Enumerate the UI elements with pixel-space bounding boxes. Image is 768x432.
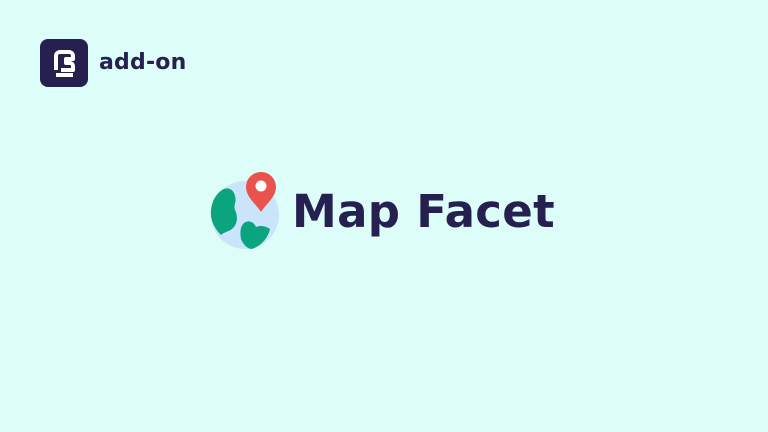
brand-logo-icon <box>40 39 88 87</box>
add-on-label: add-on <box>99 50 187 75</box>
location-pin-dot <box>255 180 267 192</box>
product-title: Map Facet <box>292 184 555 238</box>
add-on-badge: add-on <box>40 39 186 87</box>
map-facet-hero: Map Facet <box>210 172 555 250</box>
globe-with-location-pin-icon <box>210 172 279 249</box>
